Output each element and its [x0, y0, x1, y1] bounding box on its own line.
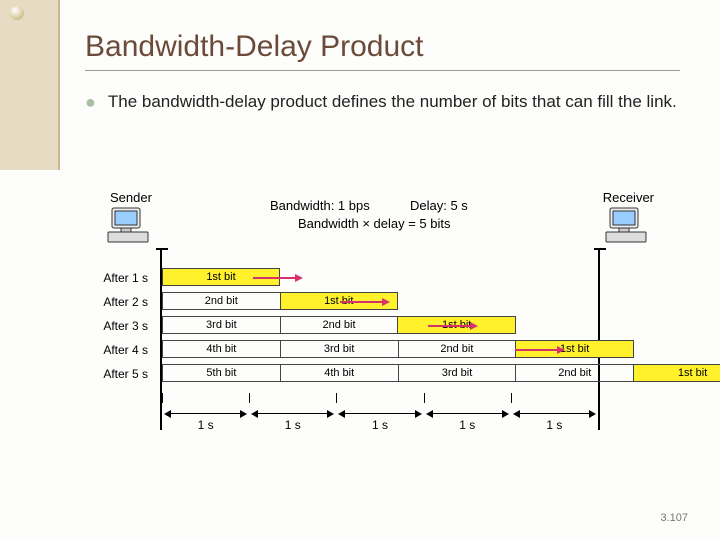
- segment-duration-label: 1 s: [336, 418, 423, 432]
- bit-row: After 5 s5th bit4th bit3rd bit2nd bit1st…: [70, 364, 660, 388]
- bit-cell: 1st bit: [633, 364, 720, 382]
- bit-cells: 5th bit4th bit3rd bit2nd bit1st bit: [162, 364, 720, 382]
- bit-cell: 4th bit: [280, 364, 398, 382]
- segment-duration-label: 1 s: [249, 418, 336, 432]
- delay-label: Delay: 5 s: [410, 198, 468, 213]
- bit-cell: 2nd bit: [162, 292, 280, 310]
- segment-duration-label: 1 s: [424, 418, 511, 432]
- receiver-label: Receiver: [603, 190, 654, 205]
- tick-mark: [162, 393, 163, 403]
- row-time-label: After 2 s: [70, 295, 148, 309]
- decoration-dot: [10, 6, 24, 20]
- segment-labels: 1 s1 s1 s1 s1 s: [162, 418, 598, 432]
- tick-mark: [336, 393, 337, 403]
- bit-cell: 2nd bit: [280, 316, 398, 334]
- bullet-text: The bandwidth-delay product defines the …: [108, 91, 677, 114]
- dimension-arrow: [511, 406, 598, 418]
- page-number: 3.107: [660, 512, 688, 524]
- bandwidth-delay-diagram: Sender Receiver Bandwidth: 1 bps Delay: …: [70, 190, 660, 490]
- tick-mark: [424, 393, 425, 403]
- bit-row: After 1 s1st bit: [70, 268, 660, 292]
- arrow-right-icon: [515, 345, 565, 353]
- bandwidth-label: Bandwidth: 1 bps: [270, 198, 370, 213]
- bit-row: After 2 s2nd bit1st bit: [70, 292, 660, 316]
- bit-cell: 2nd bit: [515, 364, 633, 382]
- dimension-arrow: [162, 406, 249, 418]
- bit-cell: 3rd bit: [162, 316, 280, 334]
- arrow-right-icon: [253, 273, 303, 281]
- bit-row: After 3 s3rd bit2nd bit1st bit: [70, 316, 660, 340]
- row-time-label: After 4 s: [70, 343, 148, 357]
- segment-duration-label: 1 s: [162, 418, 249, 432]
- dimension-arrow: [336, 406, 423, 418]
- tick-mark: [249, 393, 250, 403]
- arrow-right-icon: [428, 321, 478, 329]
- dimension-arrows: [162, 406, 598, 418]
- product-label: Bandwidth × delay = 5 bits: [298, 216, 451, 231]
- bit-cell: 2nd bit: [398, 340, 516, 358]
- bit-cell: 3rd bit: [398, 364, 516, 382]
- slide-title: Bandwidth-Delay Product: [85, 30, 680, 71]
- dimension-arrow: [424, 406, 511, 418]
- bit-cell: 3rd bit: [280, 340, 398, 358]
- slide-decoration-strip: [0, 0, 60, 170]
- tick-mark: [511, 393, 512, 403]
- bit-rows: After 1 s1st bitAfter 2 s2nd bit1st bitA…: [70, 268, 660, 388]
- sender-label: Sender: [110, 190, 152, 205]
- row-time-label: After 3 s: [70, 319, 148, 333]
- bit-row: After 4 s4th bit3rd bit2nd bit1st bit: [70, 340, 660, 364]
- computer-icon: [604, 206, 648, 249]
- arrow-right-icon: [340, 297, 390, 305]
- segment-duration-label: 1 s: [511, 418, 598, 432]
- bit-cell: 4th bit: [162, 340, 280, 358]
- bullet-item: ● The bandwidth-delay product defines th…: [85, 91, 680, 114]
- computer-icon: [106, 206, 150, 249]
- bullet-marker-icon: ●: [85, 91, 96, 114]
- row-time-label: After 1 s: [70, 271, 148, 285]
- row-time-label: After 5 s: [70, 367, 148, 381]
- timescale: 1 s1 s1 s1 s1 s: [162, 396, 598, 430]
- tick-marks: [162, 396, 598, 406]
- bit-cell: 5th bit: [162, 364, 280, 382]
- tick-mark: [598, 393, 599, 403]
- dimension-arrow: [249, 406, 336, 418]
